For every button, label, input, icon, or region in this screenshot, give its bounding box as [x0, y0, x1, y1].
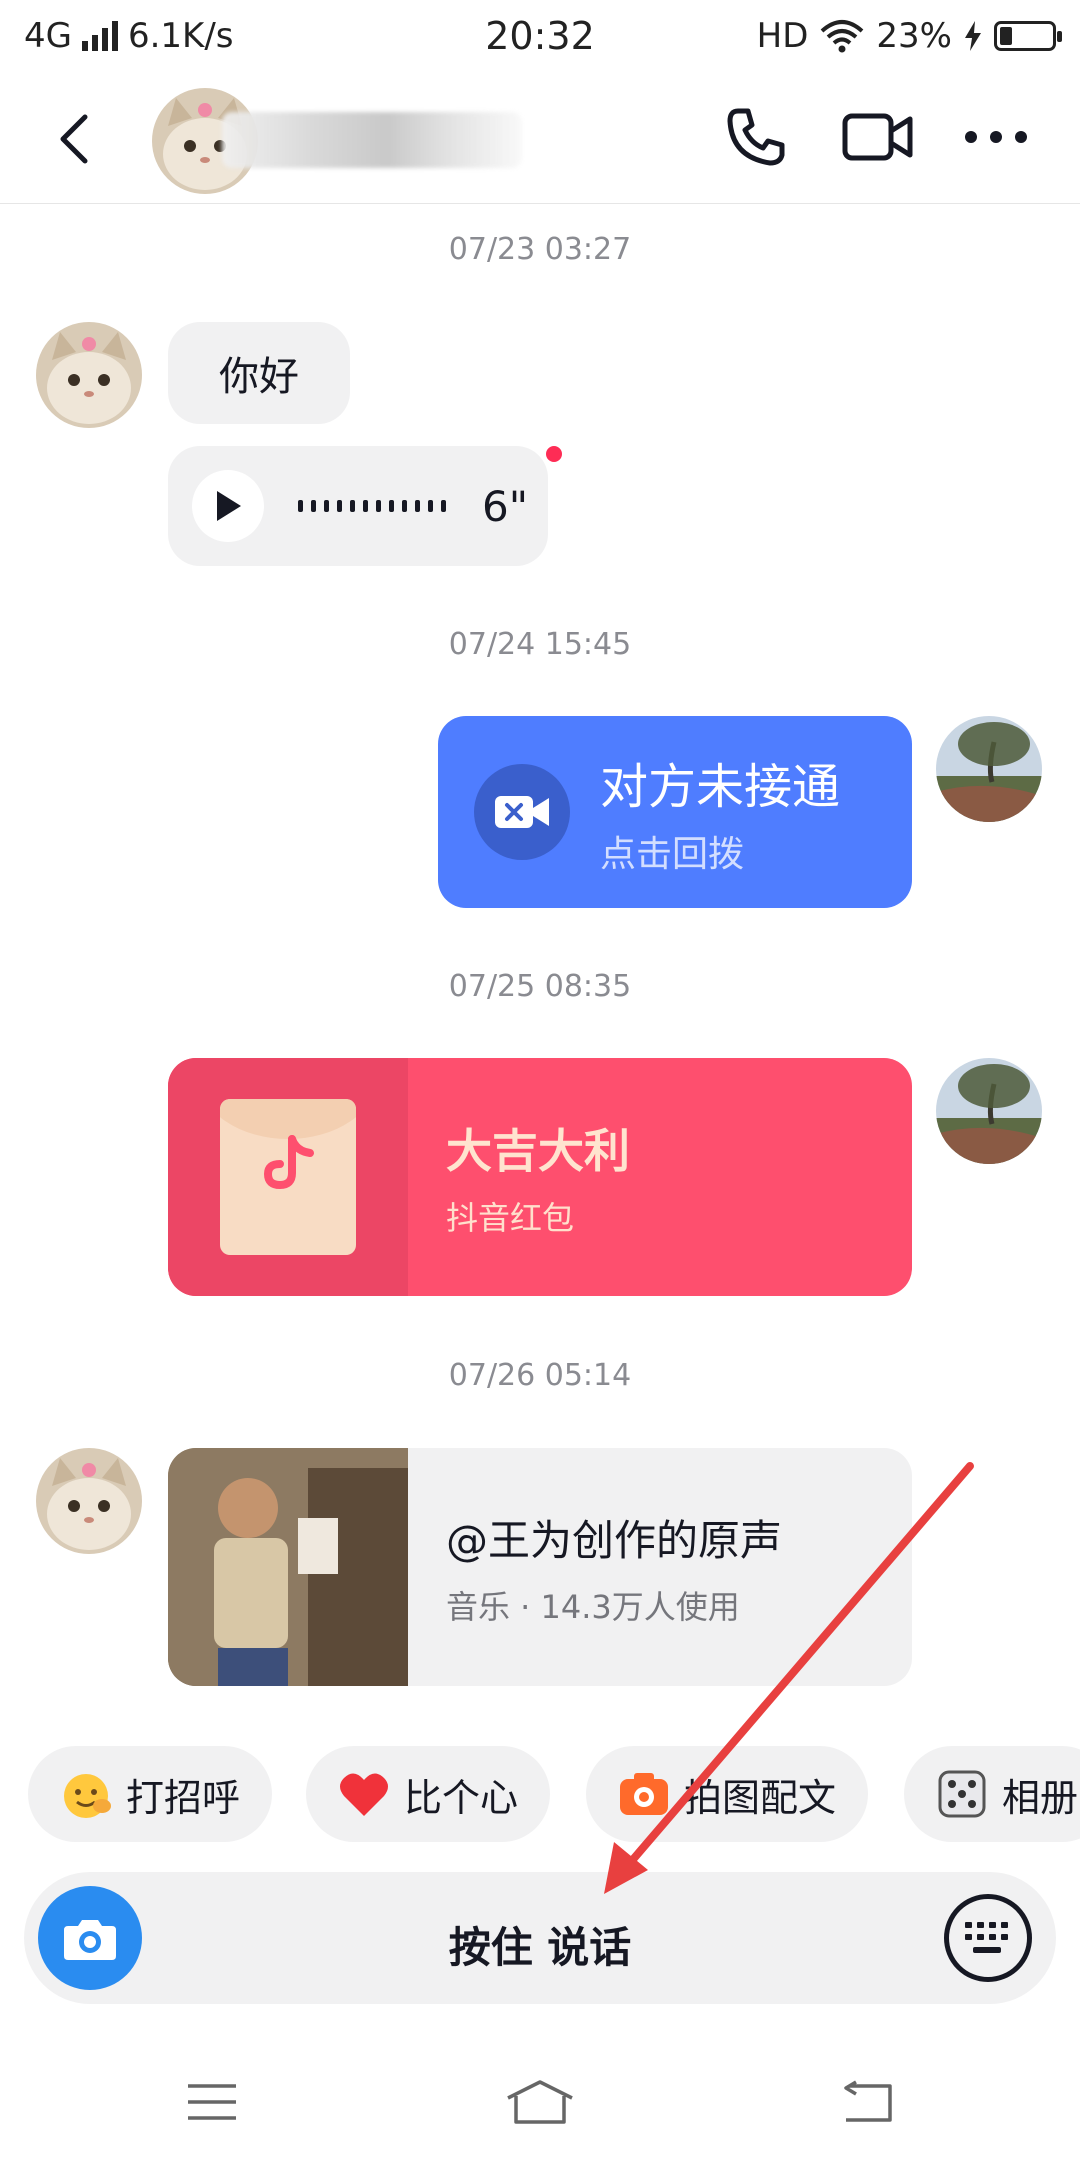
red-packet-subtitle: 抖音红包 — [446, 1199, 575, 1237]
sender-avatar[interactable] — [36, 322, 142, 428]
more-dots-icon — [965, 131, 1027, 143]
battery-icon — [994, 21, 1062, 51]
music-share-card[interactable]: @王为创作的原声 音乐 · 14.3万人使用 — [168, 1448, 912, 1686]
heart-icon — [338, 1768, 390, 1820]
quick-reply-chip[interactable]: 比个心 — [306, 1746, 551, 1842]
chat-header — [0, 72, 1080, 204]
call-status-title: 对方未接通 — [600, 759, 841, 815]
voice-duration: 6" — [482, 481, 529, 531]
message-timestamp: 07/26 05:14 — [448, 1358, 632, 1393]
music-subtitle: 音乐 · 14.3万人使用 — [446, 1587, 740, 1626]
voice-message-bubble[interactable]: 6" — [168, 446, 548, 566]
my-avatar[interactable] — [936, 716, 1042, 822]
status-right: HD 23% — [756, 16, 1062, 56]
video-camera-icon — [842, 113, 913, 161]
charging-icon — [965, 21, 981, 51]
contact-name-blurred — [222, 112, 522, 168]
text-message-bubble[interactable]: 你好 — [168, 322, 350, 424]
keyboard-toggle-button[interactable] — [944, 1894, 1032, 1982]
sender-avatar[interactable] — [36, 1448, 142, 1554]
missed-video-call-card[interactable]: 对方未接通 点击回拨 — [438, 716, 912, 908]
music-cover-image — [168, 1448, 408, 1686]
back-nav-button[interactable] — [828, 2070, 908, 2134]
hold-to-talk-button[interactable]: 按住 说话 — [24, 1914, 1056, 1975]
more-button[interactable] — [956, 102, 1036, 172]
quick-reply-chip[interactable]: 拍图配文 — [586, 1746, 869, 1842]
message-timestamp: 07/23 03:27 — [448, 232, 632, 267]
voice-call-button[interactable] — [716, 102, 796, 172]
chevron-left-icon — [60, 114, 88, 164]
hd-badge: HD — [756, 16, 809, 56]
red-envelope-icon — [220, 1099, 356, 1255]
wifi-icon — [821, 20, 864, 53]
chip-label: 比个心 — [404, 1775, 519, 1820]
status-bar: 4G 6.1K/s 20:32 HD 23% — [0, 0, 1080, 72]
battery-percent: 23% — [876, 16, 952, 56]
chip-label: 拍图配文 — [684, 1775, 837, 1820]
back-button[interactable] — [44, 104, 104, 174]
keyboard-icon — [965, 1922, 1008, 1953]
home-button[interactable] — [500, 2070, 580, 2134]
message-input-bar: 按住 说话 — [24, 1872, 1056, 2004]
message-timestamp: 07/25 08:35 — [448, 969, 632, 1004]
back-arrow-icon — [844, 2080, 892, 2122]
quick-reply-chip[interactable]: 相册 — [904, 1746, 1080, 1842]
unread-dot — [546, 446, 562, 462]
voice-waveform-icon — [298, 500, 446, 512]
phone-icon — [727, 108, 785, 166]
play-button[interactable] — [192, 470, 264, 542]
video-call-button[interactable] — [838, 102, 918, 172]
red-packet-card[interactable]: 大吉大利 抖音红包 — [168, 1058, 912, 1296]
play-icon — [217, 491, 241, 521]
system-nav-bar — [0, 2040, 1080, 2160]
video-call-missed-icon — [474, 764, 570, 860]
recent-apps-button[interactable] — [172, 2070, 252, 2134]
chip-label: 相册 — [1002, 1775, 1079, 1820]
chip-label: 打招呼 — [126, 1775, 241, 1820]
call-back-hint: 点击回拨 — [600, 834, 745, 875]
message-timestamp: 07/24 15:45 — [448, 627, 632, 662]
music-title: @王为创作的原声 — [446, 1515, 783, 1565]
menu-lines-icon — [188, 2084, 236, 2120]
quick-reply-chip[interactable]: 打招呼 — [28, 1746, 273, 1842]
camera-icon — [618, 1768, 670, 1820]
home-icon — [507, 2080, 573, 2124]
my-avatar[interactable] — [936, 1058, 1042, 1164]
red-packet-title: 大吉大利 — [446, 1124, 630, 1178]
dice-icon — [936, 1768, 988, 1820]
wave-hand-icon — [60, 1768, 112, 1820]
